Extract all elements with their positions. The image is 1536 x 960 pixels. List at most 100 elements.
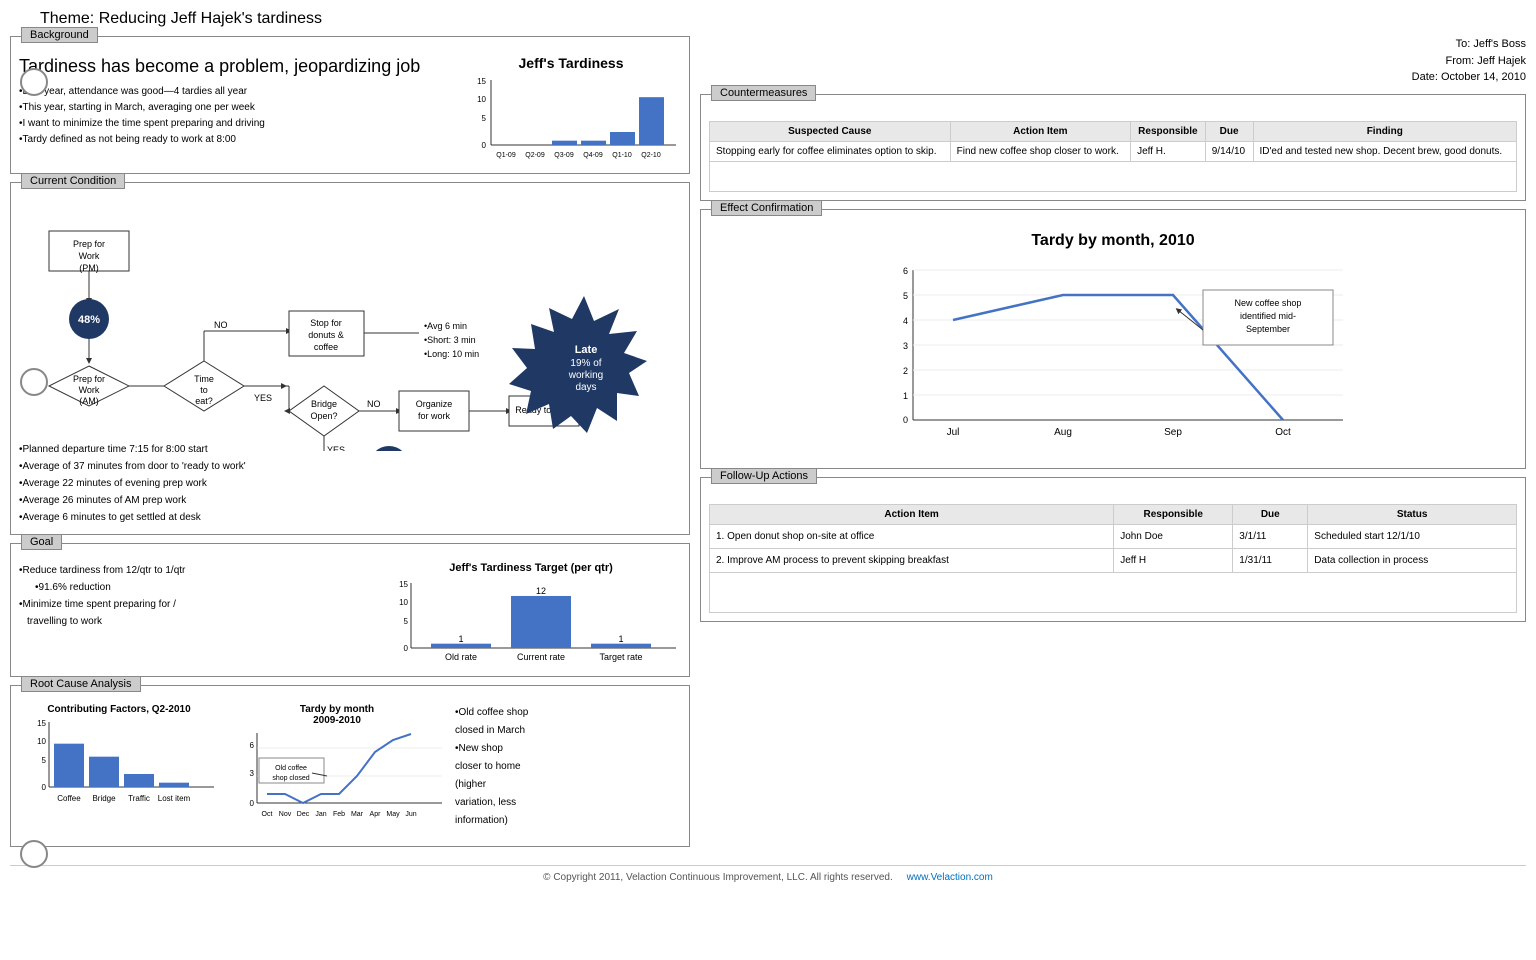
- header-info: To: Jeff's Boss From: Jeff Hajek Date: O…: [700, 36, 1526, 86]
- footer: © Copyright 2011, Velaction Continuous I…: [10, 865, 1526, 883]
- svg-text:15: 15: [399, 580, 408, 589]
- svg-text:Q2-09: Q2-09: [525, 152, 545, 159]
- svg-text:10: 10: [37, 737, 46, 746]
- svg-text:New coffee shop: New coffee shop: [1235, 298, 1302, 308]
- bg-chart-title: Jeff's Tardiness: [461, 55, 681, 71]
- svg-text:5: 5: [42, 756, 47, 765]
- svg-text:2: 2: [903, 366, 908, 376]
- fu-header-action: Action Item: [710, 504, 1114, 524]
- svg-text:Lost item: Lost item: [158, 794, 191, 803]
- circle-indicator-3: [20, 840, 48, 868]
- fu-responsible-1: John Doe: [1114, 524, 1233, 548]
- svg-text:Work: Work: [79, 251, 100, 261]
- svg-text:September: September: [1246, 324, 1290, 334]
- table-row: Stopping early for coffee eliminates opt…: [710, 141, 1517, 161]
- followup-label: Follow-Up Actions: [711, 468, 817, 484]
- svg-text:19% of: 19% of: [570, 358, 601, 369]
- svg-text:Bridge: Bridge: [92, 794, 116, 803]
- goal-section: Goal •Reduce tardiness from 12/qtr to 1/…: [10, 543, 690, 677]
- fu-due-2: 1/31/11: [1233, 548, 1308, 572]
- background-label: Background: [21, 27, 98, 43]
- svg-text:NO: NO: [367, 399, 381, 409]
- svg-text:6: 6: [903, 266, 908, 276]
- fu-status-2: Data collection in process: [1308, 548, 1517, 572]
- svg-text:Jan: Jan: [315, 811, 326, 818]
- svg-text:4: 4: [903, 316, 908, 326]
- effect-label: Effect Confirmation: [711, 200, 822, 216]
- svg-text:0: 0: [404, 644, 409, 653]
- goal-chart-title: Jeff's Tardiness Target (per qtr): [381, 562, 681, 574]
- fu-action-1: 1. Open donut shop on-site at office: [710, 524, 1114, 548]
- cm-header-responsible: Responsible: [1131, 121, 1206, 141]
- svg-text:3: 3: [250, 769, 255, 778]
- svg-text:1: 1: [903, 391, 908, 401]
- svg-text:(AM): (AM): [79, 396, 99, 406]
- effect-chart-title: Tardy by month, 2010: [709, 232, 1517, 250]
- cm-action: Find new coffee shop closer to work.: [950, 141, 1130, 161]
- svg-text:Feb: Feb: [333, 811, 345, 818]
- svg-text:shop closed: shop closed: [272, 775, 309, 782]
- svg-text:YES: YES: [327, 445, 345, 451]
- svg-text:Jul: Jul: [947, 427, 960, 438]
- svg-text:0: 0: [482, 141, 487, 150]
- svg-text:0: 0: [42, 783, 47, 792]
- fu-action-2: 2. Improve AM process to prevent skippin…: [710, 548, 1114, 572]
- website-link[interactable]: www.Velaction.com: [907, 872, 993, 883]
- goal-label: Goal: [21, 534, 62, 550]
- svg-text:eat?: eat?: [195, 396, 213, 406]
- svg-text:5: 5: [903, 291, 908, 301]
- countermeasures-section: Countermeasures Suspected Cause Action I…: [700, 94, 1526, 201]
- svg-text:Old rate: Old rate: [445, 652, 477, 662]
- background-section: Background Tardiness has become a proble…: [10, 36, 690, 174]
- svg-text:•Long: 10 min: •Long: 10 min: [424, 349, 479, 359]
- theme-title: Theme: Reducing Jeff Hajek's tardiness: [10, 10, 1526, 28]
- svg-text:coffee: coffee: [314, 342, 338, 352]
- right-column: To: Jeff's Boss From: Jeff Hajek Date: O…: [700, 36, 1526, 855]
- svg-text:Target rate: Target rate: [599, 652, 642, 662]
- svg-text:Bridge: Bridge: [311, 399, 337, 409]
- cm-header-cause: Suspected Cause: [710, 121, 951, 141]
- svg-text:Current rate: Current rate: [517, 652, 565, 662]
- cm-due: 9/14/10: [1205, 141, 1253, 161]
- cm-header-due: Due: [1205, 121, 1253, 141]
- countermeasures-table: Suspected Cause Action Item Responsible …: [709, 121, 1517, 192]
- svg-text:Apr: Apr: [370, 811, 382, 818]
- cm-header-finding: Finding: [1253, 121, 1516, 141]
- svg-text:Work: Work: [79, 385, 100, 395]
- svg-text:10: 10: [399, 598, 408, 607]
- svg-text:3: 3: [903, 341, 908, 351]
- svg-text:for work: for work: [418, 411, 451, 421]
- svg-text:YES: YES: [254, 393, 272, 403]
- svg-text:Q3-09: Q3-09: [554, 152, 574, 159]
- svg-text:48%: 48%: [78, 314, 100, 326]
- table-row: [710, 161, 1517, 191]
- fu-header-responsible: Responsible: [1114, 504, 1233, 524]
- svg-text:1: 1: [458, 634, 463, 644]
- left-column: Background Tardiness has become a proble…: [10, 36, 690, 855]
- countermeasures-label: Countermeasures: [711, 85, 816, 101]
- svg-text:May: May: [386, 811, 400, 818]
- fu-header-status: Status: [1308, 504, 1517, 524]
- svg-text:Organize: Organize: [416, 399, 453, 409]
- background-headline: Tardiness has become a problem, jeopardi…: [19, 55, 453, 78]
- cm-header-action: Action Item: [950, 121, 1130, 141]
- svg-text:Q4-09: Q4-09: [583, 152, 603, 159]
- svg-text:Q1-10: Q1-10: [612, 152, 632, 159]
- svg-text:Stop for: Stop for: [310, 318, 342, 328]
- rca-line-chart: 6 3 0 Oct Nov: [227, 728, 447, 838]
- circle-indicator-2: [20, 368, 48, 396]
- svg-text:Oct: Oct: [1275, 427, 1291, 438]
- svg-text:Nov: Nov: [279, 811, 292, 818]
- svg-text:Sep: Sep: [1164, 427, 1182, 438]
- svg-text:Prep for: Prep for: [73, 374, 105, 384]
- svg-text:Time: Time: [194, 374, 214, 384]
- svg-text:days: days: [575, 382, 596, 393]
- background-bullets: •Last year, attendance was good—4 tardie…: [19, 84, 453, 148]
- fu-status-1: Scheduled start 12/1/10: [1308, 524, 1517, 548]
- followup-section: Follow-Up Actions Action Item Responsibl…: [700, 477, 1526, 622]
- svg-text:5: 5: [404, 617, 409, 626]
- svg-text:Q2-10: Q2-10: [641, 152, 661, 159]
- svg-text:Coffee: Coffee: [57, 794, 81, 803]
- svg-text:0: 0: [903, 415, 908, 425]
- fu-due-1: 3/1/11: [1233, 524, 1308, 548]
